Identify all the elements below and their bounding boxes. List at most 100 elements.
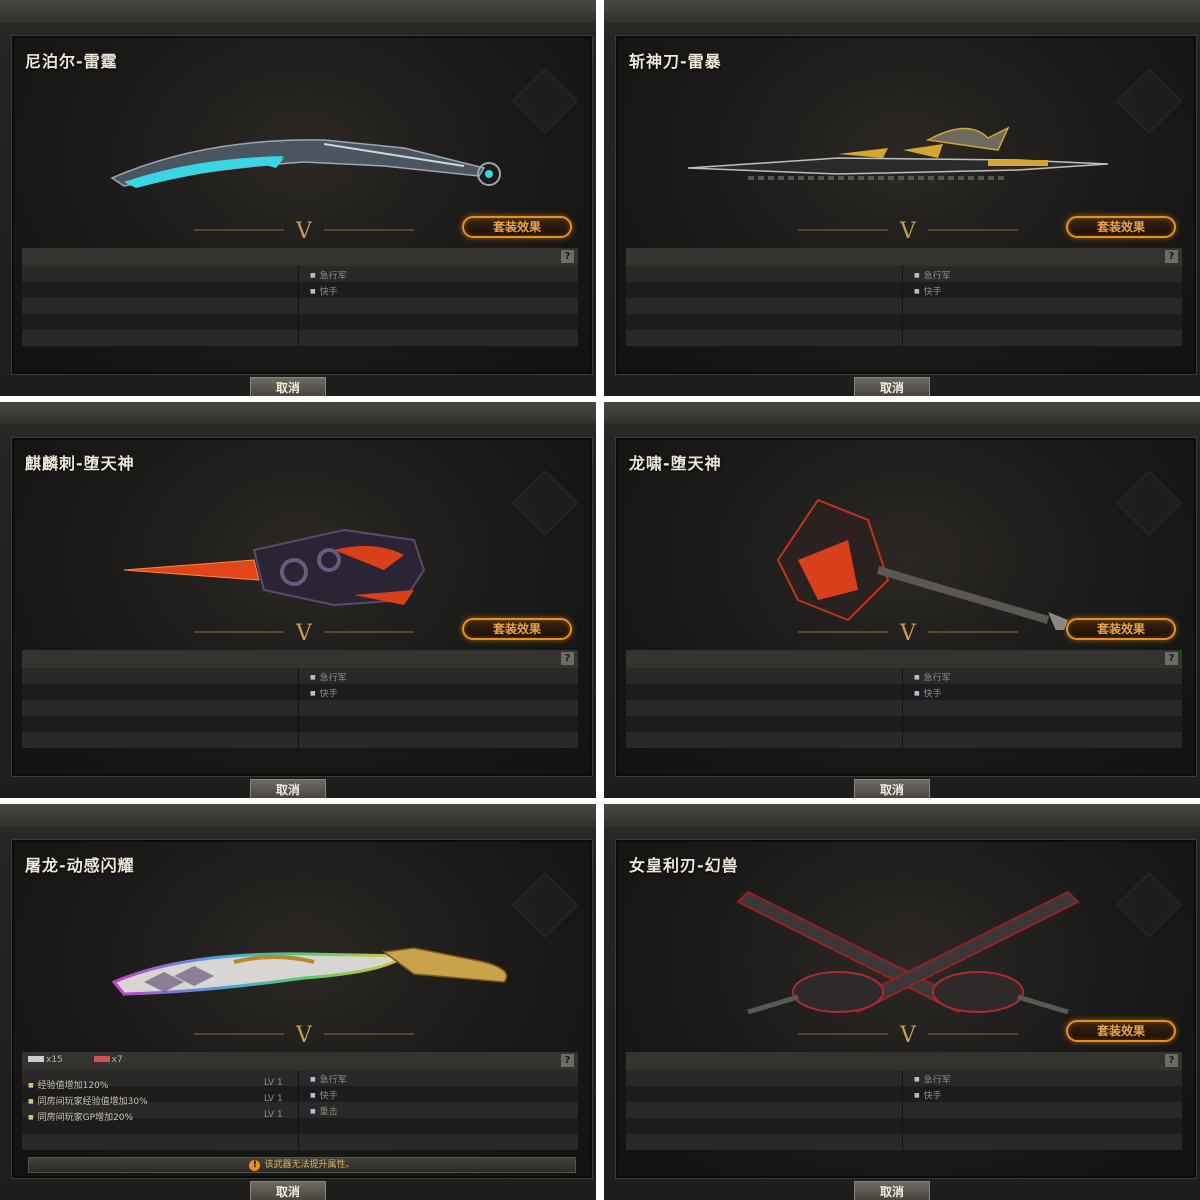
- stat-row: 同房间玩家经验值增加30%: [28, 1094, 148, 1107]
- skill-tag: 快手: [914, 284, 951, 300]
- attribute-table: ?: [626, 650, 1182, 748]
- skill-tag: 急行军: [310, 1072, 347, 1088]
- svg-text:V: V: [295, 621, 313, 644]
- stat-row: 经验值增加120%: [28, 1078, 109, 1091]
- cancel-button[interactable]: 取消: [854, 779, 930, 798]
- set-effect-button[interactable]: 套装效果: [1066, 216, 1176, 238]
- skill-tag: 急行军: [310, 268, 347, 284]
- skill-tag: 急行军: [914, 1072, 951, 1088]
- help-icon[interactable]: ?: [561, 1054, 574, 1067]
- table-row: [626, 330, 1182, 346]
- skill-tag: 急行军: [914, 670, 951, 686]
- stat-level: LV 1: [264, 1094, 283, 1104]
- column-divider: [902, 266, 903, 346]
- weapon-panel-4: 龙啸-堕天神 V 套装效果 ? 急行军 快手 取消: [604, 402, 1200, 798]
- column-divider: [298, 266, 299, 346]
- table-row: [626, 1070, 1182, 1086]
- weapon-title: 屠龙-动感闪耀: [25, 856, 135, 875]
- table-row: [22, 684, 578, 700]
- skill-tag: 重击: [310, 1104, 347, 1120]
- warning-icon: !: [249, 1160, 261, 1171]
- warning-bar: ! 该武器无法提升属性。: [28, 1157, 576, 1173]
- column-divider: [902, 668, 903, 748]
- help-icon[interactable]: ?: [1165, 1054, 1178, 1067]
- svg-text:V: V: [295, 1023, 313, 1046]
- weapon-panel-2: 斩神刀-雷暴 V 套装效果 ? 急行军 快手: [604, 0, 1200, 396]
- table-row: [22, 298, 578, 314]
- set-effect-button[interactable]: 套装效果: [1066, 618, 1176, 640]
- weapon-frame: 麒麟刺-堕天神 V 套装效果 ? 急行军 快手: [12, 438, 592, 776]
- stat-row: 同房间玩家GP增加20%: [28, 1110, 133, 1123]
- v-emblem-icon: V: [194, 1023, 414, 1046]
- table-row: [22, 314, 578, 330]
- table-row: [626, 1118, 1182, 1134]
- attribute-table: ?: [626, 1052, 1182, 1150]
- table-row: [626, 1134, 1182, 1150]
- cancel-button[interactable]: 取消: [854, 377, 930, 396]
- weapon-panel-1: 尼泊尔-雷霆 V 套装效果 ? 急行军 快手: [0, 0, 596, 396]
- table-row: [626, 684, 1182, 700]
- column-divider: [298, 668, 299, 748]
- table-row: [626, 700, 1182, 716]
- table-row: [626, 1102, 1182, 1118]
- help-icon[interactable]: ?: [1165, 652, 1178, 665]
- svg-text:V: V: [899, 1023, 917, 1046]
- table-header-row: ?: [22, 248, 578, 266]
- material-icon: [28, 1056, 44, 1062]
- table-row: [22, 700, 578, 716]
- set-effect-button[interactable]: 套装效果: [1066, 1020, 1176, 1042]
- skill-tag: 快手: [310, 284, 347, 300]
- stat-level: LV 1: [264, 1078, 283, 1088]
- help-icon[interactable]: ?: [561, 652, 574, 665]
- table-row: [626, 314, 1182, 330]
- table-header-row: ?: [626, 248, 1182, 266]
- material-counts: x15 x7: [28, 1055, 123, 1065]
- material-count: x7: [111, 1055, 123, 1065]
- weapon-title: 女皇利刃-幻兽: [629, 856, 739, 875]
- v-emblem-icon: V: [194, 219, 414, 242]
- column-divider: [902, 1070, 903, 1150]
- material-icon: [93, 1056, 110, 1062]
- skill-tag-list: 急行军 快手 重击: [310, 1072, 347, 1120]
- table-row: [626, 716, 1182, 732]
- table-row: [22, 716, 578, 732]
- skill-tag: 急行军: [914, 268, 951, 284]
- help-icon[interactable]: ?: [1165, 250, 1178, 263]
- table-row: [626, 1086, 1182, 1102]
- weapon-title: 尼泊尔-雷霆: [25, 52, 118, 71]
- skill-tag: 快手: [310, 686, 347, 702]
- skill-tag-list: 急行军 快手: [914, 268, 951, 300]
- table-row: [626, 298, 1182, 314]
- table-header-row: ?: [22, 650, 578, 668]
- table-header-row: ?: [626, 650, 1182, 668]
- svg-text:V: V: [899, 621, 917, 644]
- skill-tag-list: 急行军 快手: [914, 670, 951, 702]
- weapon-image: [123, 528, 426, 607]
- weapon-image: [776, 498, 1068, 630]
- cancel-button[interactable]: 取消: [250, 779, 326, 798]
- table-header-row: ?: [626, 1052, 1182, 1070]
- set-effect-button[interactable]: 套装效果: [462, 216, 572, 238]
- skill-tag-list: 急行军 快手: [310, 268, 347, 300]
- weapon-image: [110, 139, 501, 188]
- weapon-panel-6: 女皇利刃-幻兽 V 套装效果 ? 急行军 快手: [604, 804, 1200, 1200]
- skill-tag: 快手: [310, 1088, 347, 1104]
- table-row: [626, 732, 1182, 748]
- table-row: [626, 282, 1182, 298]
- weapon-image: [688, 126, 1109, 180]
- skill-tag-list: 急行军 快手: [310, 670, 347, 702]
- cancel-button[interactable]: 取消: [250, 377, 326, 396]
- skill-tag-list: 急行军 快手: [914, 1072, 951, 1104]
- svg-text:V: V: [899, 219, 917, 242]
- table-row: [626, 266, 1182, 282]
- v-emblem-icon: V: [194, 621, 414, 644]
- weapon-frame: 斩神刀-雷暴 V 套装效果 ? 急行军 快手: [616, 36, 1196, 374]
- set-effect-button[interactable]: 套装效果: [462, 618, 572, 640]
- weapon-frame: 尼泊尔-雷霆 V 套装效果 ? 急行军 快手: [12, 36, 592, 374]
- cancel-button[interactable]: 取消: [250, 1181, 326, 1200]
- weapon-title: 麒麟刺-堕天神: [25, 454, 135, 473]
- attribute-table: ?: [22, 248, 578, 346]
- skill-tag: 急行军: [310, 670, 347, 686]
- cancel-button[interactable]: 取消: [854, 1181, 930, 1200]
- help-icon[interactable]: ?: [561, 250, 574, 263]
